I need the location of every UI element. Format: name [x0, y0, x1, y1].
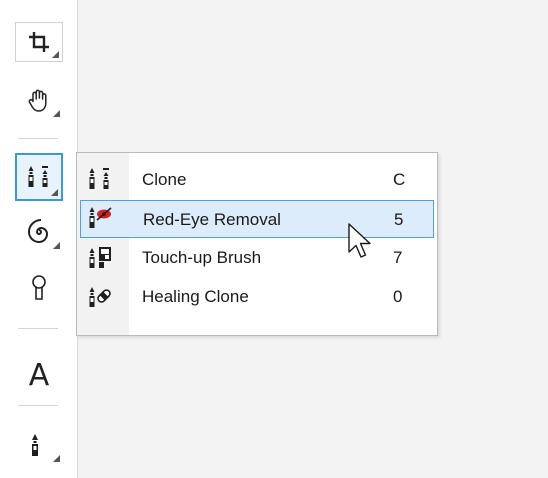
menu-item-healing-clone[interactable]: Healing Clone 0	[80, 278, 434, 316]
paint-tool-button[interactable]	[15, 425, 63, 465]
crop-tool-button[interactable]	[15, 22, 63, 62]
clone-tools-flyout-menu: Clone C Red-Eye Removal 5 Touch-up Brush…	[76, 152, 438, 336]
toolbar-separator	[18, 328, 58, 329]
text-tool-button[interactable]: A	[15, 355, 63, 395]
menu-item-label: Touch-up Brush	[142, 248, 262, 267]
clone-brush-icon	[89, 168, 109, 189]
toolbar-separator	[18, 405, 58, 406]
swirl-icon	[27, 219, 49, 244]
brush-icon	[32, 275, 46, 300]
text-icon: A	[28, 357, 50, 393]
menu-item-label: Healing Clone	[142, 287, 249, 306]
flyout-indicator	[52, 51, 59, 58]
menu-item-shortcut: C	[393, 170, 406, 189]
menu-item-label: Red-Eye Removal	[143, 210, 281, 229]
healing-clone-icon	[89, 287, 111, 307]
menu-item-red-eye-removal[interactable]: Red-Eye Removal 5	[80, 200, 434, 238]
paint-brush-icon	[32, 434, 38, 456]
crop-icon	[29, 32, 49, 52]
red-eye-removal-icon	[89, 207, 112, 228]
menu-item-shortcut: 5	[394, 210, 404, 229]
menu-item-touch-up-brush[interactable]: Touch-up Brush 7	[80, 239, 434, 277]
liquify-tool-button[interactable]	[15, 212, 63, 252]
mouse-pointer-icon	[348, 223, 371, 258]
flyout-indicator	[53, 242, 60, 249]
brush-tool-button[interactable]	[15, 268, 63, 308]
hand-icon	[28, 89, 47, 112]
flyout-indicator	[53, 110, 60, 117]
touch-up-brush-icon	[89, 247, 111, 268]
menu-item-clone[interactable]: Clone C	[80, 161, 434, 199]
flyout-indicator	[53, 455, 60, 462]
pan-tool-button[interactable]	[15, 80, 63, 120]
clone-brush-icon	[28, 166, 48, 187]
menu-item-label: Clone	[142, 170, 187, 189]
clone-tool-button[interactable]	[15, 153, 63, 201]
menu-item-shortcut: 0	[393, 287, 403, 306]
toolbar-separator	[18, 138, 58, 139]
toolbox: A	[0, 0, 78, 478]
flyout-indicator	[51, 189, 58, 196]
menu-item-shortcut: 7	[393, 248, 403, 267]
